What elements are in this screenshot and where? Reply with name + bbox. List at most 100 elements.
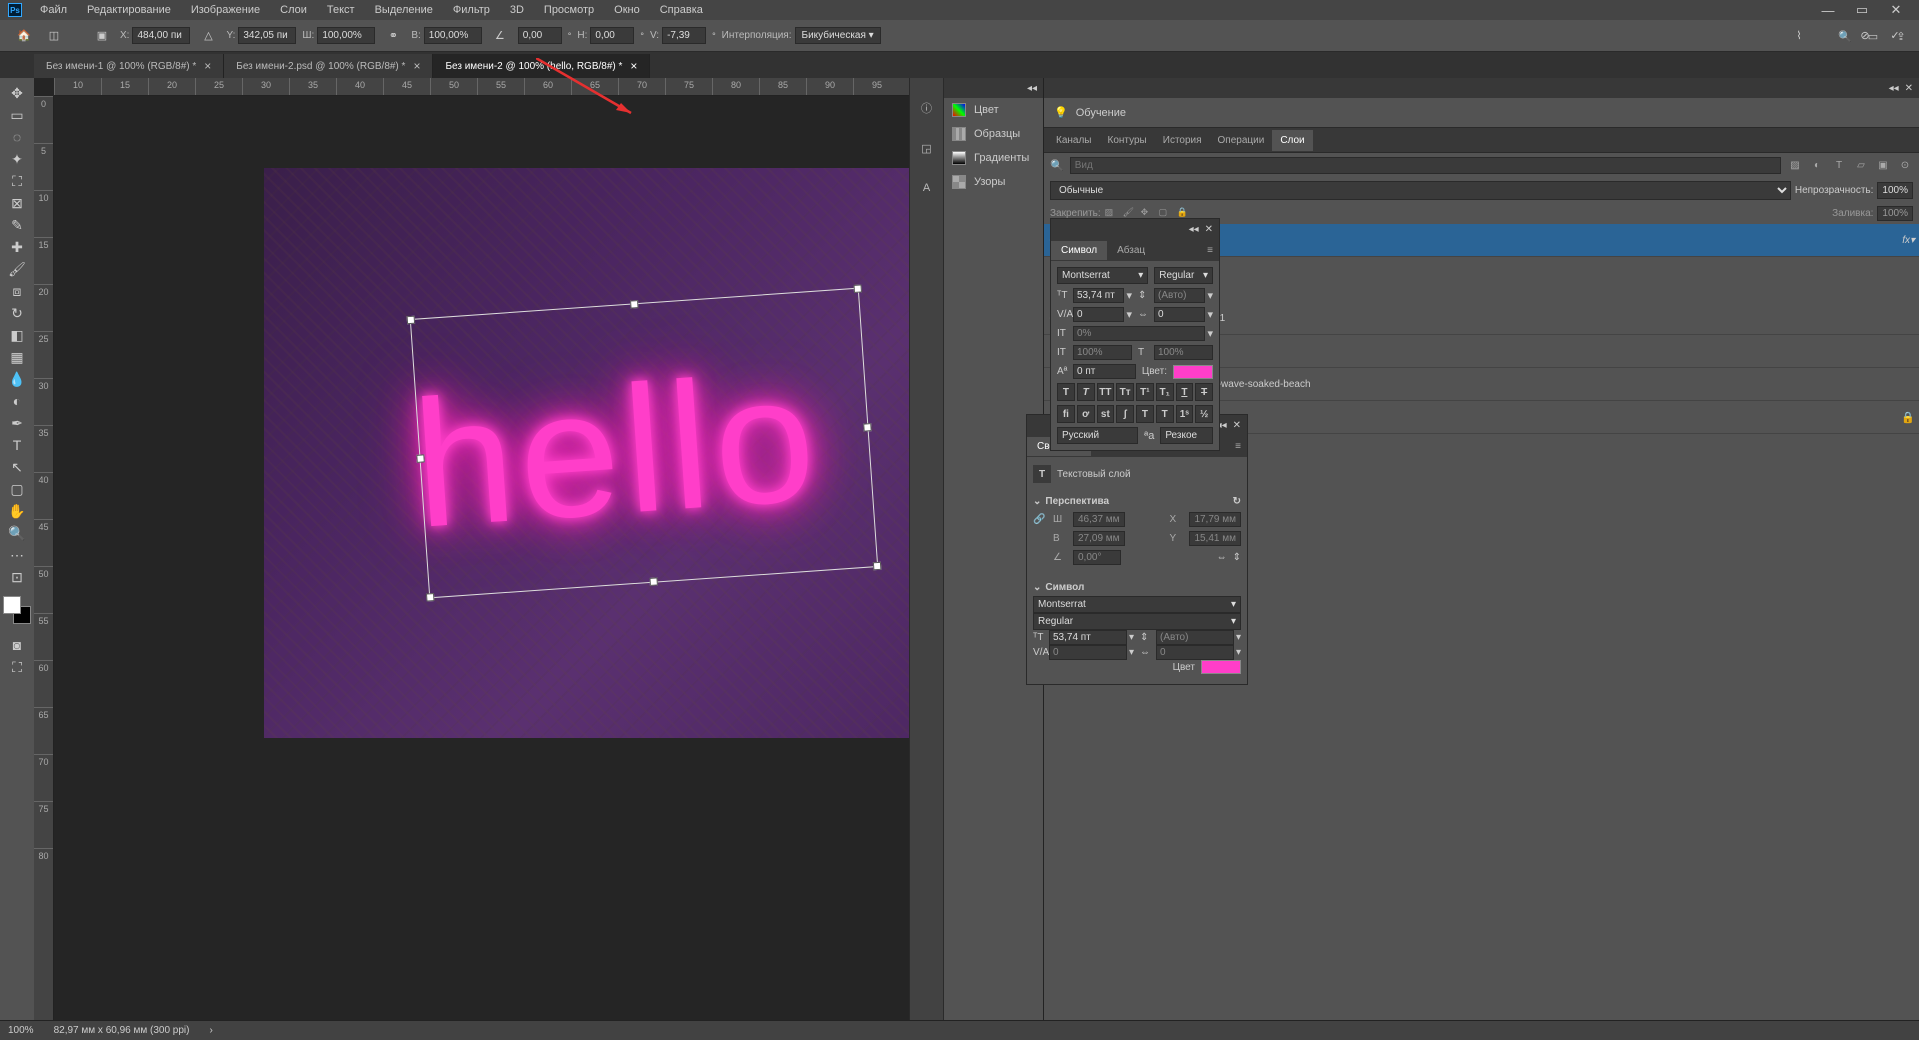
transform-x-value[interactable]: 17,79 мм bbox=[1189, 512, 1241, 527]
blend-mode-select[interactable]: Обычные bbox=[1050, 181, 1791, 200]
language-dropdown[interactable]: Русский bbox=[1057, 427, 1138, 444]
clone-tool[interactable]: ⧈ bbox=[3, 280, 31, 302]
filter-shape-icon[interactable]: ▱ bbox=[1853, 158, 1869, 174]
status-chevron-icon[interactable]: › bbox=[210, 1025, 213, 1036]
close-icon[interactable]: ✕ bbox=[1205, 224, 1213, 235]
layer-filter-input[interactable] bbox=[1070, 157, 1781, 174]
filter-smart-icon[interactable]: ▣ bbox=[1875, 158, 1891, 174]
discretionary-button[interactable]: st bbox=[1097, 405, 1115, 423]
filter-adj-icon[interactable]: ◐ bbox=[1809, 158, 1825, 174]
vskew-input[interactable] bbox=[662, 27, 706, 44]
opacity-value[interactable]: 100% bbox=[1877, 182, 1913, 199]
screen-mode-tool[interactable]: ⛶ bbox=[3, 656, 31, 678]
leading-input[interactable]: (Авто) bbox=[1154, 288, 1205, 303]
menu-file[interactable]: Файл bbox=[30, 1, 77, 19]
fractions-button[interactable]: ½ bbox=[1195, 405, 1213, 423]
x-input[interactable] bbox=[132, 27, 190, 44]
fx-badge[interactable]: fx▾ bbox=[1902, 235, 1915, 246]
navigator-icon[interactable]: ◲ bbox=[917, 138, 937, 158]
search-icon[interactable]: 🔍 bbox=[1837, 28, 1853, 44]
tab-character[interactable]: Символ bbox=[1051, 241, 1107, 260]
reset-icon[interactable]: ↻ bbox=[1233, 496, 1241, 507]
angle-input[interactable] bbox=[518, 27, 562, 44]
color-row[interactable]: Цвет bbox=[944, 98, 1043, 122]
blur-tool[interactable]: 💧 bbox=[3, 368, 31, 390]
stylistic-button[interactable]: T bbox=[1136, 405, 1154, 423]
menu-window[interactable]: Окно bbox=[604, 1, 650, 19]
link-icon[interactable]: 🔗 bbox=[1033, 514, 1047, 525]
contextual-button[interactable]: ơ bbox=[1077, 405, 1095, 423]
props-leading-input[interactable]: (Авто) bbox=[1156, 630, 1234, 645]
collapse-icon[interactable]: ◂◂ bbox=[1889, 83, 1899, 94]
filter-toggle-icon[interactable]: ⊙ bbox=[1897, 158, 1913, 174]
props-color-swatch[interactable] bbox=[1201, 660, 1241, 674]
font-family-dropdown[interactable]: Montserrat▾ bbox=[1057, 267, 1148, 284]
gradients-row[interactable]: Градиенты bbox=[944, 146, 1043, 170]
color-swatches[interactable] bbox=[3, 596, 31, 624]
maximize-button[interactable]: ▭ bbox=[1847, 1, 1877, 19]
marquee-tool[interactable]: ▭ bbox=[3, 104, 31, 126]
props-size-input[interactable]: 53,74 пт bbox=[1049, 630, 1127, 645]
close-icon[interactable]: × bbox=[413, 59, 420, 73]
menu-select[interactable]: Выделение bbox=[365, 1, 443, 19]
props-kerning-input[interactable]: 0 bbox=[1049, 645, 1127, 660]
menu-type[interactable]: Текст bbox=[317, 1, 365, 19]
flip-h-icon[interactable]: ⇔ bbox=[1217, 552, 1227, 563]
panel-menu-icon[interactable]: ≡ bbox=[1229, 441, 1247, 452]
h-input[interactable] bbox=[424, 27, 482, 44]
layer-name[interactable]: 1549979 bbox=[1106, 346, 1915, 357]
menu-filter[interactable]: Фильтр bbox=[443, 1, 500, 19]
shape-tool[interactable]: ▢ bbox=[3, 478, 31, 500]
tab-paths[interactable]: Контуры bbox=[1100, 130, 1155, 151]
close-button[interactable]: ✕ bbox=[1881, 1, 1911, 19]
type-tool[interactable]: T bbox=[3, 434, 31, 456]
document-dimensions[interactable]: 82,97 мм x 60,96 мм (300 ppi) bbox=[54, 1025, 190, 1036]
character-icon[interactable]: A bbox=[917, 178, 937, 198]
canvas[interactable]: hello bbox=[264, 168, 909, 738]
edit-toolbar[interactable]: ⊡ bbox=[3, 566, 31, 588]
kerning-input[interactable]: 0 bbox=[1073, 307, 1124, 322]
text-color-swatch[interactable] bbox=[1173, 365, 1213, 379]
strikethrough-button[interactable]: T bbox=[1195, 383, 1213, 401]
titling-button[interactable]: T bbox=[1156, 405, 1174, 423]
transform-icon[interactable]: ◫ bbox=[42, 24, 66, 48]
info-icon[interactable]: ⓘ bbox=[917, 98, 937, 118]
hskew-input[interactable] bbox=[590, 27, 634, 44]
menu-layer[interactable]: Слои bbox=[270, 1, 317, 19]
zoom-tool[interactable]: 🔍 bbox=[3, 522, 31, 544]
menu-image[interactable]: Изображение bbox=[181, 1, 270, 19]
healing-tool[interactable]: ✚ bbox=[3, 236, 31, 258]
underline-button[interactable]: T bbox=[1176, 383, 1194, 401]
hscale-input[interactable]: 100% bbox=[1154, 345, 1213, 360]
ligatures-button[interactable]: fi bbox=[1057, 405, 1075, 423]
menu-edit[interactable]: Редактирование bbox=[77, 1, 181, 19]
menu-view[interactable]: Просмотр bbox=[534, 1, 604, 19]
tab-history[interactable]: История bbox=[1155, 130, 1210, 151]
learn-panel[interactable]: 💡 Обучение bbox=[1044, 98, 1919, 128]
path-select-tool[interactable]: ↖ bbox=[3, 456, 31, 478]
interp-dropdown[interactable]: Бикубическая ▾ bbox=[795, 27, 881, 44]
close-icon[interactable]: ✕ bbox=[1905, 83, 1913, 94]
crop-tool[interactable]: ⛶ bbox=[3, 170, 31, 192]
more-tools[interactable]: ⋯ bbox=[3, 544, 31, 566]
char-section-title[interactable]: ⌄ Символ bbox=[1033, 579, 1241, 596]
filter-type-icon[interactable]: T bbox=[1831, 158, 1847, 174]
antialias-dropdown[interactable]: Резкое bbox=[1160, 427, 1213, 444]
tab-channels[interactable]: Каналы bbox=[1048, 130, 1100, 151]
menu-help[interactable]: Справка bbox=[650, 1, 713, 19]
panel-menu-icon[interactable]: ≡ bbox=[1201, 245, 1219, 256]
transform-angle-value[interactable]: 0,00° bbox=[1073, 550, 1121, 565]
ordinals-button[interactable]: 1ˢ bbox=[1176, 405, 1194, 423]
hand-tool[interactable]: ✋ bbox=[3, 500, 31, 522]
doc-tab-2[interactable]: Без имени-2.psd @ 100% (RGB/8#) * × bbox=[224, 54, 433, 78]
link-icon[interactable]: ⚭ bbox=[381, 24, 405, 48]
gradient-tool[interactable]: ▦ bbox=[3, 346, 31, 368]
vscale-input[interactable]: 0% bbox=[1073, 326, 1205, 341]
fill-value[interactable]: 100% bbox=[1877, 206, 1913, 221]
flip-v-icon[interactable]: ⇕ bbox=[1233, 552, 1241, 563]
eraser-tool[interactable]: ◧ bbox=[3, 324, 31, 346]
dodge-tool[interactable]: ◐ bbox=[3, 390, 31, 412]
warp-icon[interactable]: ⌇ bbox=[1787, 24, 1811, 48]
zoom-level[interactable]: 100% bbox=[8, 1025, 34, 1036]
pen-tool[interactable]: ✒ bbox=[3, 412, 31, 434]
